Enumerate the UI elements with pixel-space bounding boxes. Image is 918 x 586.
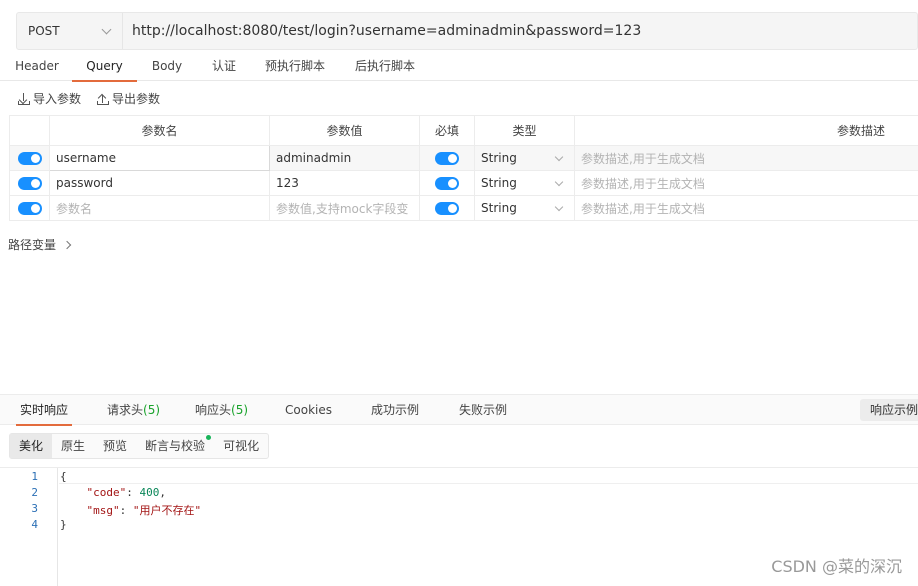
col-name: 参数名: [49, 115, 270, 146]
line-number: 4: [31, 518, 38, 531]
chevron-down-icon: [101, 24, 112, 34]
line-number: 3: [31, 502, 38, 515]
col-type: 类型: [474, 115, 575, 146]
required-toggle[interactable]: [435, 202, 459, 215]
param-desc-input[interactable]: 参数描述,用于生成文档: [574, 195, 918, 221]
param-value-input[interactable]: 参数值,支持mock字段变: [269, 195, 420, 221]
query-params-table: 参数名 参数值 必填 类型 参数描述 username adminadmin S…: [9, 115, 918, 221]
enable-toggle[interactable]: [17, 152, 42, 165]
param-name-input[interactable]: password: [49, 170, 270, 196]
response-example-button[interactable]: 响应示例: [859, 399, 918, 421]
import-params-button[interactable]: 导入参数: [18, 90, 81, 107]
line-number: 2: [31, 486, 38, 499]
col-enable: [9, 115, 50, 146]
upload-icon: [97, 93, 110, 105]
line-number: 1: [31, 470, 38, 483]
code-line: }: [60, 518, 67, 531]
path-variables-toggle[interactable]: 路径变量: [8, 236, 72, 253]
response-tabs: 实时响应 请求头(5) 响应头(5) Cookies 成功示例 失败示例 响应示…: [0, 394, 918, 426]
export-params-button[interactable]: 导出参数: [97, 90, 160, 107]
view-mode-tabs: 美化 原生 预览 断言与校验 可视化: [9, 433, 270, 459]
line-gutter: 1 2 3 4: [0, 468, 58, 586]
code-line: "code": 400,: [86, 486, 167, 499]
required-toggle[interactable]: [435, 152, 459, 165]
url-input[interactable]: http://localhost:8080/test/login?usernam…: [123, 23, 641, 39]
chevron-right-icon: [62, 240, 72, 249]
tab-realtime-response[interactable]: 实时响应: [15, 395, 73, 426]
code-line: "msg": "用户不存在": [86, 504, 202, 517]
col-desc: 参数描述: [574, 115, 918, 146]
table-row: password 123 String 参数描述,用于生成文档: [9, 170, 918, 196]
tab-fail-example[interactable]: 失败示例: [459, 395, 507, 425]
tab-response-headers[interactable]: 响应头(5): [195, 395, 248, 425]
tab-auth[interactable]: 认证: [211, 52, 237, 81]
enable-toggle[interactable]: [17, 177, 42, 190]
tab-assertions[interactable]: 断言与校验: [136, 434, 214, 458]
url-bar: POST http://localhost:8080/test/login?us…: [16, 12, 918, 50]
required-toggle[interactable]: [435, 177, 459, 190]
param-value-input[interactable]: 123: [269, 170, 420, 196]
tab-header[interactable]: Header: [15, 52, 59, 81]
tab-body[interactable]: Body: [151, 52, 183, 81]
table-row: 参数名 参数值,支持mock字段变 String 参数描述,用于生成文档: [9, 195, 918, 221]
type-select[interactable]: String: [474, 145, 575, 171]
chevron-down-icon: [554, 202, 564, 211]
tab-beautify[interactable]: 美化: [10, 434, 53, 458]
method-select[interactable]: POST: [17, 13, 123, 49]
tab-post-script[interactable]: 后执行脚本: [354, 52, 416, 81]
param-value-input[interactable]: adminadmin: [269, 145, 420, 171]
tab-request-headers[interactable]: 请求头(5): [107, 395, 160, 425]
download-icon: [18, 92, 30, 105]
tab-visualize[interactable]: 可视化: [214, 434, 268, 458]
enable-toggle[interactable]: [17, 202, 42, 215]
method-label: POST: [28, 24, 60, 38]
chevron-down-icon: [554, 152, 564, 161]
tab-query[interactable]: Query: [72, 52, 137, 82]
param-name-input[interactable]: 参数名: [49, 195, 270, 221]
type-select[interactable]: String: [474, 195, 575, 221]
code-line: {: [60, 470, 67, 483]
request-tabs: Header Query Body 认证 预执行脚本 后执行脚本: [0, 52, 918, 82]
tab-success-example[interactable]: 成功示例: [371, 395, 419, 425]
col-required: 必填: [419, 115, 475, 146]
table-row: username adminadmin String 参数描述,用于生成文档: [9, 145, 918, 171]
col-value: 参数值: [269, 115, 420, 146]
tab-pre-script[interactable]: 预执行脚本: [264, 52, 326, 81]
param-desc-input[interactable]: 参数描述,用于生成文档: [574, 145, 918, 171]
tab-cookies[interactable]: Cookies: [285, 395, 332, 425]
param-tools: 导入参数 导出参数: [18, 90, 160, 107]
table-header-row: 参数名 参数值 必填 类型 参数描述: [9, 115, 918, 146]
tab-preview[interactable]: 预览: [94, 434, 136, 458]
watermark: CSDN @菜的深沉: [771, 557, 902, 576]
param-desc-input[interactable]: 参数描述,用于生成文档: [574, 170, 918, 196]
chevron-down-icon: [554, 177, 564, 186]
param-name-input[interactable]: username: [49, 145, 270, 171]
status-dot: [206, 435, 212, 440]
tab-raw[interactable]: 原生: [52, 434, 94, 458]
type-select[interactable]: String: [474, 170, 575, 196]
